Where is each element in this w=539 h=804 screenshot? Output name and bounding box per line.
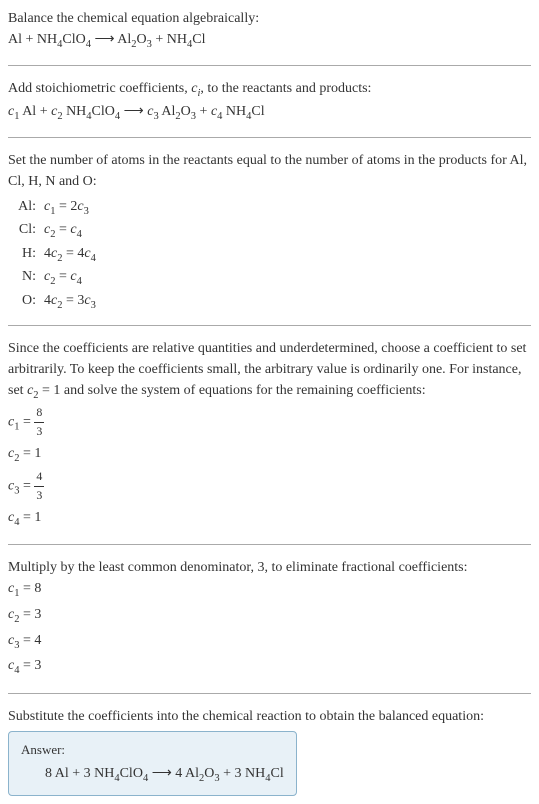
text: = <box>19 479 34 494</box>
numerator: 4 <box>34 468 44 487</box>
section-title: Balance the chemical equation algebraica… <box>8 8 531 29</box>
section-add-coefficients: Add stoichiometric coefficients, ci, to … <box>8 78 531 138</box>
section-text: Since the coefficients are relative quan… <box>8 338 531 404</box>
coefficient-value: c3 = 43 <box>8 468 531 505</box>
text: Al + NH <box>8 32 57 47</box>
atom-balance-table: Al: c1 = 2c3 Cl: c2 = c4 H: 4c2 = 4c4 N:… <box>8 196 531 314</box>
subscript: 4 <box>91 253 96 264</box>
text: = <box>55 222 70 237</box>
equation: 4c2 = 4c4 <box>44 243 96 267</box>
section-title: Multiply by the least common denominator… <box>8 557 531 578</box>
text: = 4 <box>62 246 84 261</box>
table-row: O: 4c2 = 3c3 <box>8 290 531 314</box>
text: 4 Al <box>175 766 199 781</box>
text: + <box>196 104 211 119</box>
section-atom-balance: Set the number of atoms in the reactants… <box>8 150 531 327</box>
subscript: 3 <box>84 205 89 216</box>
subscript: 4 <box>77 229 82 240</box>
arrow: ⟶ <box>120 104 147 119</box>
section-substitute: Substitute the coefficients into the che… <box>8 706 531 796</box>
text: ClO <box>120 766 143 781</box>
section-text: Add stoichiometric coefficients, ci, to … <box>8 78 531 102</box>
coefficient-value: c1 = 8 <box>8 578 531 602</box>
coefficient-value: c2 = 3 <box>8 604 531 628</box>
subscript: 3 <box>91 300 96 311</box>
text: = 3 <box>19 658 41 673</box>
text: , to the reactants and products: <box>200 81 371 96</box>
table-row: Cl: c2 = c4 <box>8 219 531 243</box>
text: = 1 <box>19 446 41 461</box>
element-label: O: <box>8 290 44 311</box>
table-row: N: c2 = c4 <box>8 266 531 290</box>
text: Cl <box>251 104 264 119</box>
text: O <box>137 32 147 47</box>
text: = 1 <box>19 510 41 525</box>
text: NH <box>63 104 87 119</box>
text: 8 Al + 3 NH <box>45 766 114 781</box>
text: = 3 <box>19 607 41 622</box>
text: 4 <box>44 246 51 261</box>
table-row: Al: c1 = 2c3 <box>8 196 531 220</box>
text: = 8 <box>19 581 41 596</box>
coefficient-value: c3 = 4 <box>8 630 531 654</box>
fraction: 43 <box>34 468 44 505</box>
text: O <box>204 766 214 781</box>
text: Al + <box>19 104 51 119</box>
fraction: 83 <box>34 404 44 441</box>
denominator: 3 <box>34 487 44 505</box>
subscript: 4 <box>77 276 82 287</box>
coefficient-value: c4 = 1 <box>8 507 531 531</box>
element-label: N: <box>8 266 44 287</box>
arrow: ⟶ <box>148 766 175 781</box>
answer-box: Answer: 8 Al + 3 NH4ClO4 ⟶ 4 Al2O3 + 3 N… <box>8 731 297 796</box>
coefficient-value: c2 = 1 <box>8 443 531 467</box>
text: Cl <box>192 32 205 47</box>
section-title: Substitute the coefficients into the che… <box>8 706 531 727</box>
arrow: ⟶ <box>91 32 117 47</box>
text: = 3 <box>62 293 84 308</box>
text: = 1 and solve the system of equations fo… <box>39 383 426 398</box>
text: Cl <box>271 766 284 781</box>
table-row: H: 4c2 = 4c4 <box>8 243 531 267</box>
answer-label: Answer: <box>21 740 284 760</box>
text: Al <box>117 32 131 47</box>
text: = 2 <box>55 199 77 214</box>
text: O <box>181 104 191 119</box>
text: = <box>55 269 70 284</box>
section-title: Set the number of atoms in the reactants… <box>8 150 531 192</box>
coefficient-value: c1 = 83 <box>8 404 531 441</box>
element-label: Cl: <box>8 219 44 240</box>
text: 4 <box>44 293 51 308</box>
text: + NH <box>152 32 187 47</box>
section-balance-prompt: Balance the chemical equation algebraica… <box>8 8 531 66</box>
denominator: 3 <box>34 423 44 441</box>
text: Al <box>159 104 176 119</box>
text: NH <box>222 104 246 119</box>
coefficient-equation: c1 Al + c2 NH4ClO4 ⟶ c3 Al2O3 + c4 NH4Cl <box>8 101 531 125</box>
element-label: H: <box>8 243 44 264</box>
balanced-equation: 8 Al + 3 NH4ClO4 ⟶ 4 Al2O3 + 3 NH4Cl <box>21 763 284 787</box>
text: Add stoichiometric coefficients, <box>8 81 191 96</box>
section-solve: Since the coefficients are relative quan… <box>8 338 531 545</box>
equation: c2 = c4 <box>44 266 82 290</box>
text: ClO <box>92 104 115 119</box>
equation: c1 = 2c3 <box>44 196 89 220</box>
text: + 3 NH <box>220 766 266 781</box>
coefficient-value: c4 = 3 <box>8 655 531 679</box>
unbalanced-equation: Al + NH4ClO4 ⟶ Al2O3 + NH4Cl <box>8 29 531 53</box>
numerator: 8 <box>34 404 44 423</box>
equation: c2 = c4 <box>44 219 82 243</box>
text: = 4 <box>19 633 41 648</box>
text: = <box>19 415 34 430</box>
equation: 4c2 = 3c3 <box>44 290 96 314</box>
section-multiply-lcd: Multiply by the least common denominator… <box>8 557 531 693</box>
element-label: Al: <box>8 196 44 217</box>
text: ClO <box>62 32 85 47</box>
